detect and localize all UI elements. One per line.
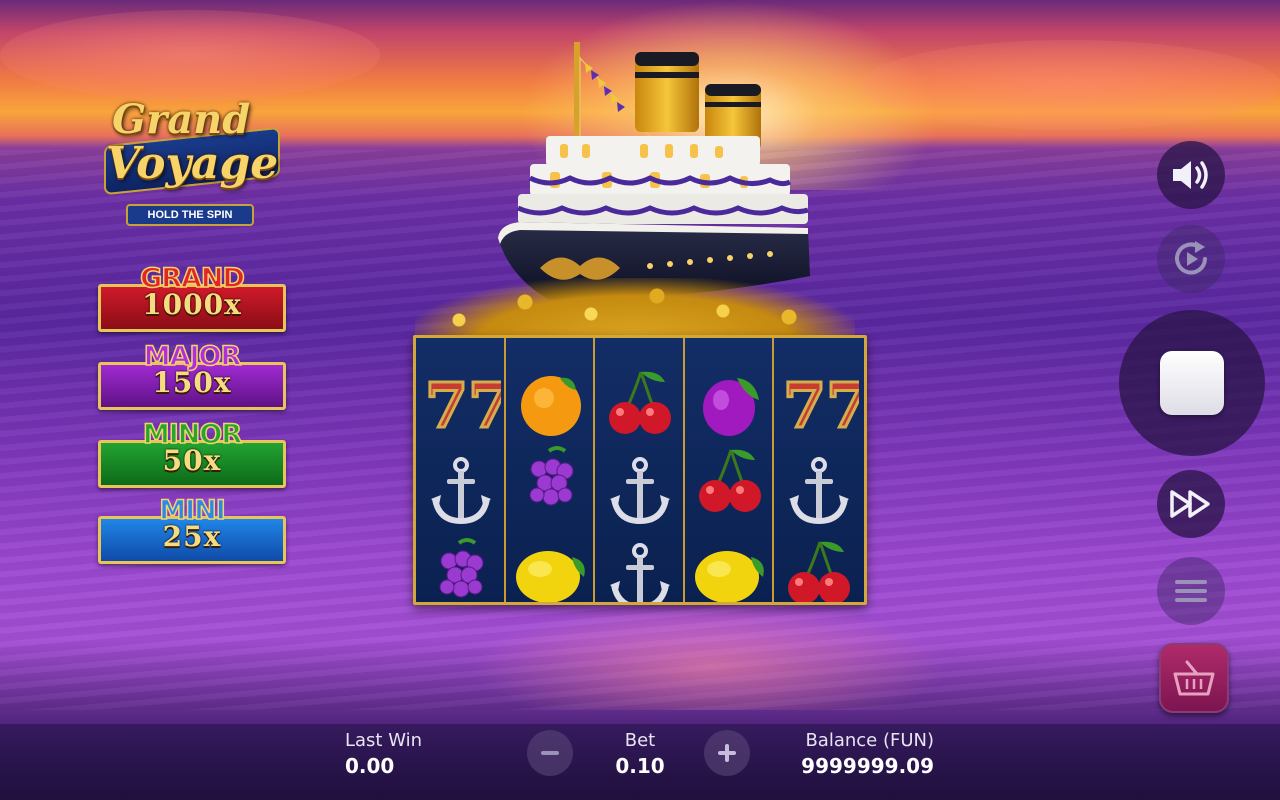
jackpot-value: 25x	[162, 520, 222, 553]
jackpot-mini: MINI 25x	[98, 495, 286, 564]
last-win-label: Last Win	[345, 730, 423, 751]
svg-text:77: 77	[783, 369, 859, 442]
buy-feature-button[interactable]	[1159, 643, 1229, 713]
reel-3	[595, 338, 685, 602]
bet-value: 0.10	[615, 754, 665, 778]
bet-decrease-button[interactable]	[527, 730, 573, 776]
logo-subtitle: HOLD THE SPIN	[126, 204, 254, 226]
reel-1: 77	[416, 338, 506, 602]
last-win-value: 0.00	[345, 754, 395, 778]
anchor-icon	[595, 446, 685, 536]
bottom-bar: Last Win 0.00 Bet 0.10 Balance (FUN) 999…	[0, 724, 1280, 800]
jackpot-major: MAJOR 150x	[98, 341, 286, 410]
lemon-icon	[685, 528, 775, 602]
cruise-ship-illustration	[498, 42, 810, 300]
speaker-icon	[1173, 161, 1208, 189]
basket-icon	[1173, 660, 1215, 696]
plus-icon	[718, 744, 736, 762]
jackpot-value: 1000x	[142, 288, 242, 321]
plum-icon	[685, 358, 775, 448]
logo-title-line1: Grand	[112, 96, 251, 143]
grapes-icon	[416, 528, 506, 602]
cloud	[860, 40, 1280, 130]
menu-button[interactable]	[1157, 557, 1225, 625]
minus-icon	[541, 751, 559, 755]
autoplay-button[interactable]	[1157, 225, 1225, 293]
hamburger-icon	[1175, 580, 1207, 602]
lemon-icon	[506, 528, 596, 602]
bet-increase-button[interactable]	[704, 730, 750, 776]
jackpot-minor: MINOR 50x	[98, 419, 286, 488]
anchor-icon	[595, 532, 685, 602]
fast-forward-icon	[1170, 490, 1210, 518]
cherry-icon	[685, 436, 775, 526]
reel-5: 77	[774, 338, 864, 602]
jackpot-value: 150x	[152, 366, 232, 399]
slot-reels: 77	[413, 335, 867, 605]
spin-button-ring	[1119, 310, 1265, 456]
anchor-icon	[774, 446, 864, 536]
reel-2	[505, 338, 596, 602]
orange-icon	[506, 358, 596, 448]
seven-icon: 77	[416, 358, 506, 448]
replay-icon	[1175, 241, 1207, 275]
logo-title-line2: Voyage	[106, 138, 279, 189]
turbo-button[interactable]	[1157, 470, 1225, 538]
balance-label: Balance (FUN)	[805, 730, 934, 751]
cherry-icon	[774, 528, 864, 602]
sea-reflection	[470, 600, 950, 710]
jackpot-grand: GRAND 1000x	[98, 263, 286, 332]
reel-4	[684, 338, 775, 602]
spin-button[interactable]	[1160, 351, 1224, 415]
sound-button[interactable]	[1157, 141, 1225, 209]
cloud	[0, 10, 380, 100]
anchor-icon	[416, 446, 506, 536]
bet-label: Bet	[624, 730, 656, 751]
jackpot-value: 50x	[162, 444, 222, 477]
gold-coin-pile	[415, 278, 855, 338]
cherry-icon	[595, 358, 685, 448]
seven-icon: 77	[774, 358, 864, 448]
svg-text:77: 77	[425, 369, 501, 442]
game-logo: Grand Voyage HOLD THE SPIN	[92, 92, 292, 232]
balance-value: 9999999.09	[801, 754, 934, 778]
grapes-icon	[506, 436, 596, 526]
